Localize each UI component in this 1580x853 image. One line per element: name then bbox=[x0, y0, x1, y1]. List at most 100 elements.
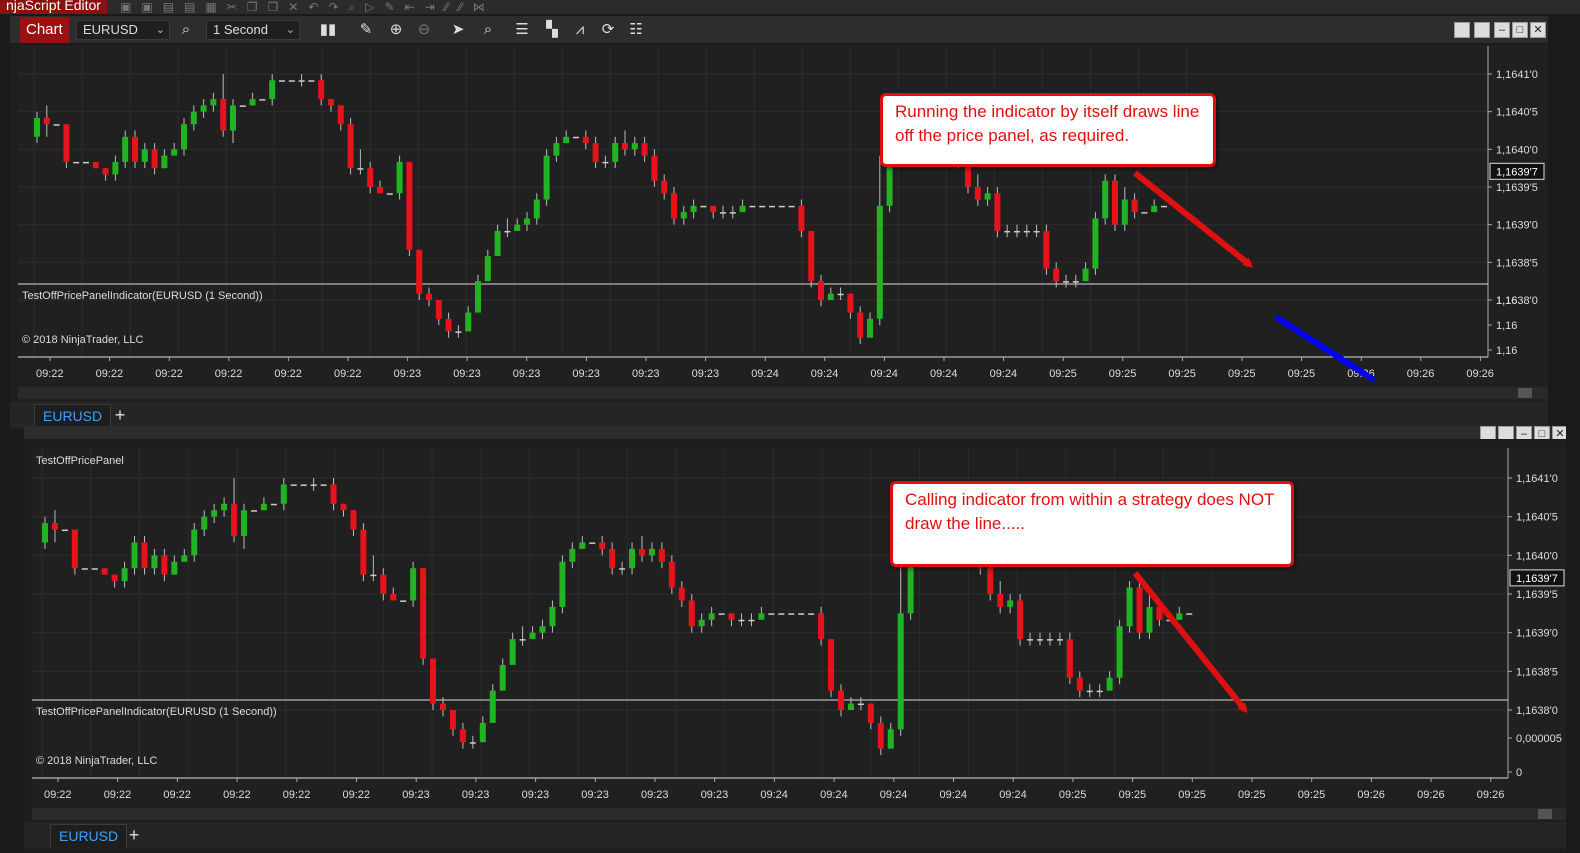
candle bbox=[102, 168, 109, 175]
maximize-icon[interactable]: □ bbox=[1512, 22, 1528, 38]
candle bbox=[1176, 613, 1183, 620]
top-chart-plot[interactable]: 1,1641'0 1,1640'5 1,1640'0 1,1639'5 1,1639'0… bbox=[18, 46, 1548, 402]
candle bbox=[230, 105, 236, 131]
visual-studio-icon[interactable]: ⋈ bbox=[473, 0, 485, 14]
interval-value: 1 Second bbox=[213, 22, 268, 37]
candle bbox=[340, 503, 347, 511]
comment-icon[interactable]: ⁄⁄ bbox=[445, 0, 449, 14]
refresh-icon[interactable]: ⟳ bbox=[598, 20, 618, 40]
add-tab-button[interactable]: + bbox=[124, 825, 144, 845]
save-icon[interactable]: ▣ bbox=[120, 0, 131, 14]
tile-icon[interactable] bbox=[1480, 426, 1496, 439]
candle bbox=[406, 161, 413, 250]
candle bbox=[320, 484, 327, 486]
candle bbox=[1007, 600, 1014, 607]
candle bbox=[111, 574, 118, 582]
candle bbox=[81, 568, 88, 570]
pencil-icon[interactable]: ✎ bbox=[356, 20, 376, 40]
list-icon[interactable]: ☷ bbox=[626, 20, 646, 40]
uncomment-icon[interactable]: ⁄⁄ bbox=[459, 0, 463, 14]
paste-icon[interactable]: ❐ bbox=[268, 0, 279, 14]
candle bbox=[738, 619, 745, 622]
minimize-icon[interactable]: – bbox=[1494, 22, 1510, 38]
close-icon[interactable]: ✕ bbox=[1530, 22, 1546, 38]
tile-icon[interactable] bbox=[1454, 22, 1470, 38]
candle bbox=[573, 136, 579, 139]
time-axis-label: 09:24 bbox=[820, 789, 848, 801]
properties-icon[interactable]: ☰ bbox=[512, 20, 532, 40]
close-icon[interactable]: ✕ bbox=[1552, 426, 1566, 439]
zoom-in-icon[interactable]: ⊕ bbox=[386, 20, 406, 40]
last-price-label: 1,1639'7 bbox=[1496, 166, 1538, 178]
time-axis-label: 09:22 bbox=[223, 789, 251, 801]
candle bbox=[1112, 180, 1118, 225]
candle bbox=[1156, 606, 1163, 620]
time-axis-label: 09:25 bbox=[1049, 368, 1077, 380]
bottom-chart-plot[interactable]: 1,1641'0 1,1640'5 1,1640'0 1,1639'5 1,1639'0… bbox=[32, 448, 1566, 820]
maximize-icon[interactable]: □ bbox=[1534, 426, 1550, 439]
candle bbox=[631, 143, 638, 150]
compile-icon[interactable]: ▷ bbox=[365, 0, 374, 14]
candle bbox=[171, 149, 178, 156]
candle bbox=[34, 117, 40, 137]
candle bbox=[768, 613, 775, 615]
candle bbox=[298, 80, 305, 82]
candle bbox=[161, 555, 168, 575]
candle bbox=[1086, 690, 1093, 693]
candle bbox=[259, 99, 266, 101]
copy-icon[interactable]: ❐ bbox=[247, 0, 258, 14]
outdent-icon[interactable]: ⇥ bbox=[425, 0, 435, 14]
time-axis-label: 09:25 bbox=[1109, 368, 1137, 380]
restore-icon[interactable] bbox=[1474, 22, 1490, 38]
candle bbox=[347, 124, 354, 169]
candle bbox=[788, 613, 795, 615]
candle bbox=[479, 722, 486, 743]
cut-icon[interactable]: ✂ bbox=[227, 0, 237, 14]
tab-eurusd[interactable]: EURUSD bbox=[50, 824, 128, 848]
candle bbox=[533, 199, 540, 219]
instrument-selector[interactable]: EURUSD ⌄ bbox=[76, 20, 170, 40]
indicators-icon[interactable]: ⩘ bbox=[570, 20, 590, 40]
minimize-icon[interactable]: – bbox=[1516, 426, 1532, 439]
bars-icon[interactable]: ▮▮ bbox=[318, 20, 338, 40]
candle bbox=[270, 503, 277, 506]
candle bbox=[514, 224, 521, 231]
ninjascript-editor-title: njaScript Editor bbox=[0, 0, 107, 14]
undo-icon[interactable]: ↶ bbox=[308, 0, 318, 14]
candle bbox=[71, 529, 78, 569]
candle bbox=[51, 523, 58, 530]
print-preview-icon[interactable]: ▤ bbox=[184, 0, 195, 14]
candle bbox=[489, 690, 496, 723]
redo-icon[interactable]: ↷ bbox=[328, 0, 338, 14]
document-icon[interactable]: ▦ bbox=[205, 0, 216, 14]
tab-eurusd[interactable]: EURUSD bbox=[34, 404, 112, 428]
indent-icon[interactable]: ⇤ bbox=[405, 0, 415, 14]
zoom-out-icon[interactable]: ⊖ bbox=[414, 20, 434, 40]
time-axis-label: 09:24 bbox=[990, 368, 1018, 380]
candle bbox=[582, 136, 589, 144]
edit-icon[interactable]: ✎ bbox=[384, 0, 394, 14]
save-all-icon[interactable]: ▣ bbox=[141, 0, 152, 14]
time-axis-label: 09:23 bbox=[692, 368, 720, 380]
candle bbox=[1043, 230, 1050, 269]
drawing-tools-icon[interactable]: ▚ bbox=[542, 20, 562, 40]
add-tab-button[interactable]: + bbox=[110, 405, 130, 425]
find-icon[interactable]: ⌕ bbox=[349, 0, 356, 14]
candle bbox=[769, 205, 775, 208]
chart-tab-label[interactable]: Chart bbox=[20, 17, 69, 43]
pointer-icon[interactable]: ➤ bbox=[448, 20, 468, 40]
restore-icon[interactable] bbox=[1498, 426, 1514, 439]
candle bbox=[1136, 587, 1143, 633]
delete-icon[interactable]: ✕ bbox=[288, 0, 298, 14]
candle bbox=[1066, 639, 1073, 678]
candle bbox=[798, 613, 805, 615]
candle bbox=[1053, 268, 1060, 282]
search-icon[interactable]: ⌕ bbox=[176, 20, 196, 40]
candle bbox=[559, 561, 566, 607]
candle bbox=[549, 606, 556, 627]
interval-selector[interactable]: 1 Second ⌄ bbox=[206, 20, 300, 40]
time-axis-label: 09:23 bbox=[572, 368, 600, 380]
print-icon[interactable]: ▤ bbox=[163, 0, 174, 14]
data-box-icon[interactable]: ⌕ bbox=[478, 20, 498, 40]
time-axis-label: 09:23 bbox=[522, 789, 550, 801]
